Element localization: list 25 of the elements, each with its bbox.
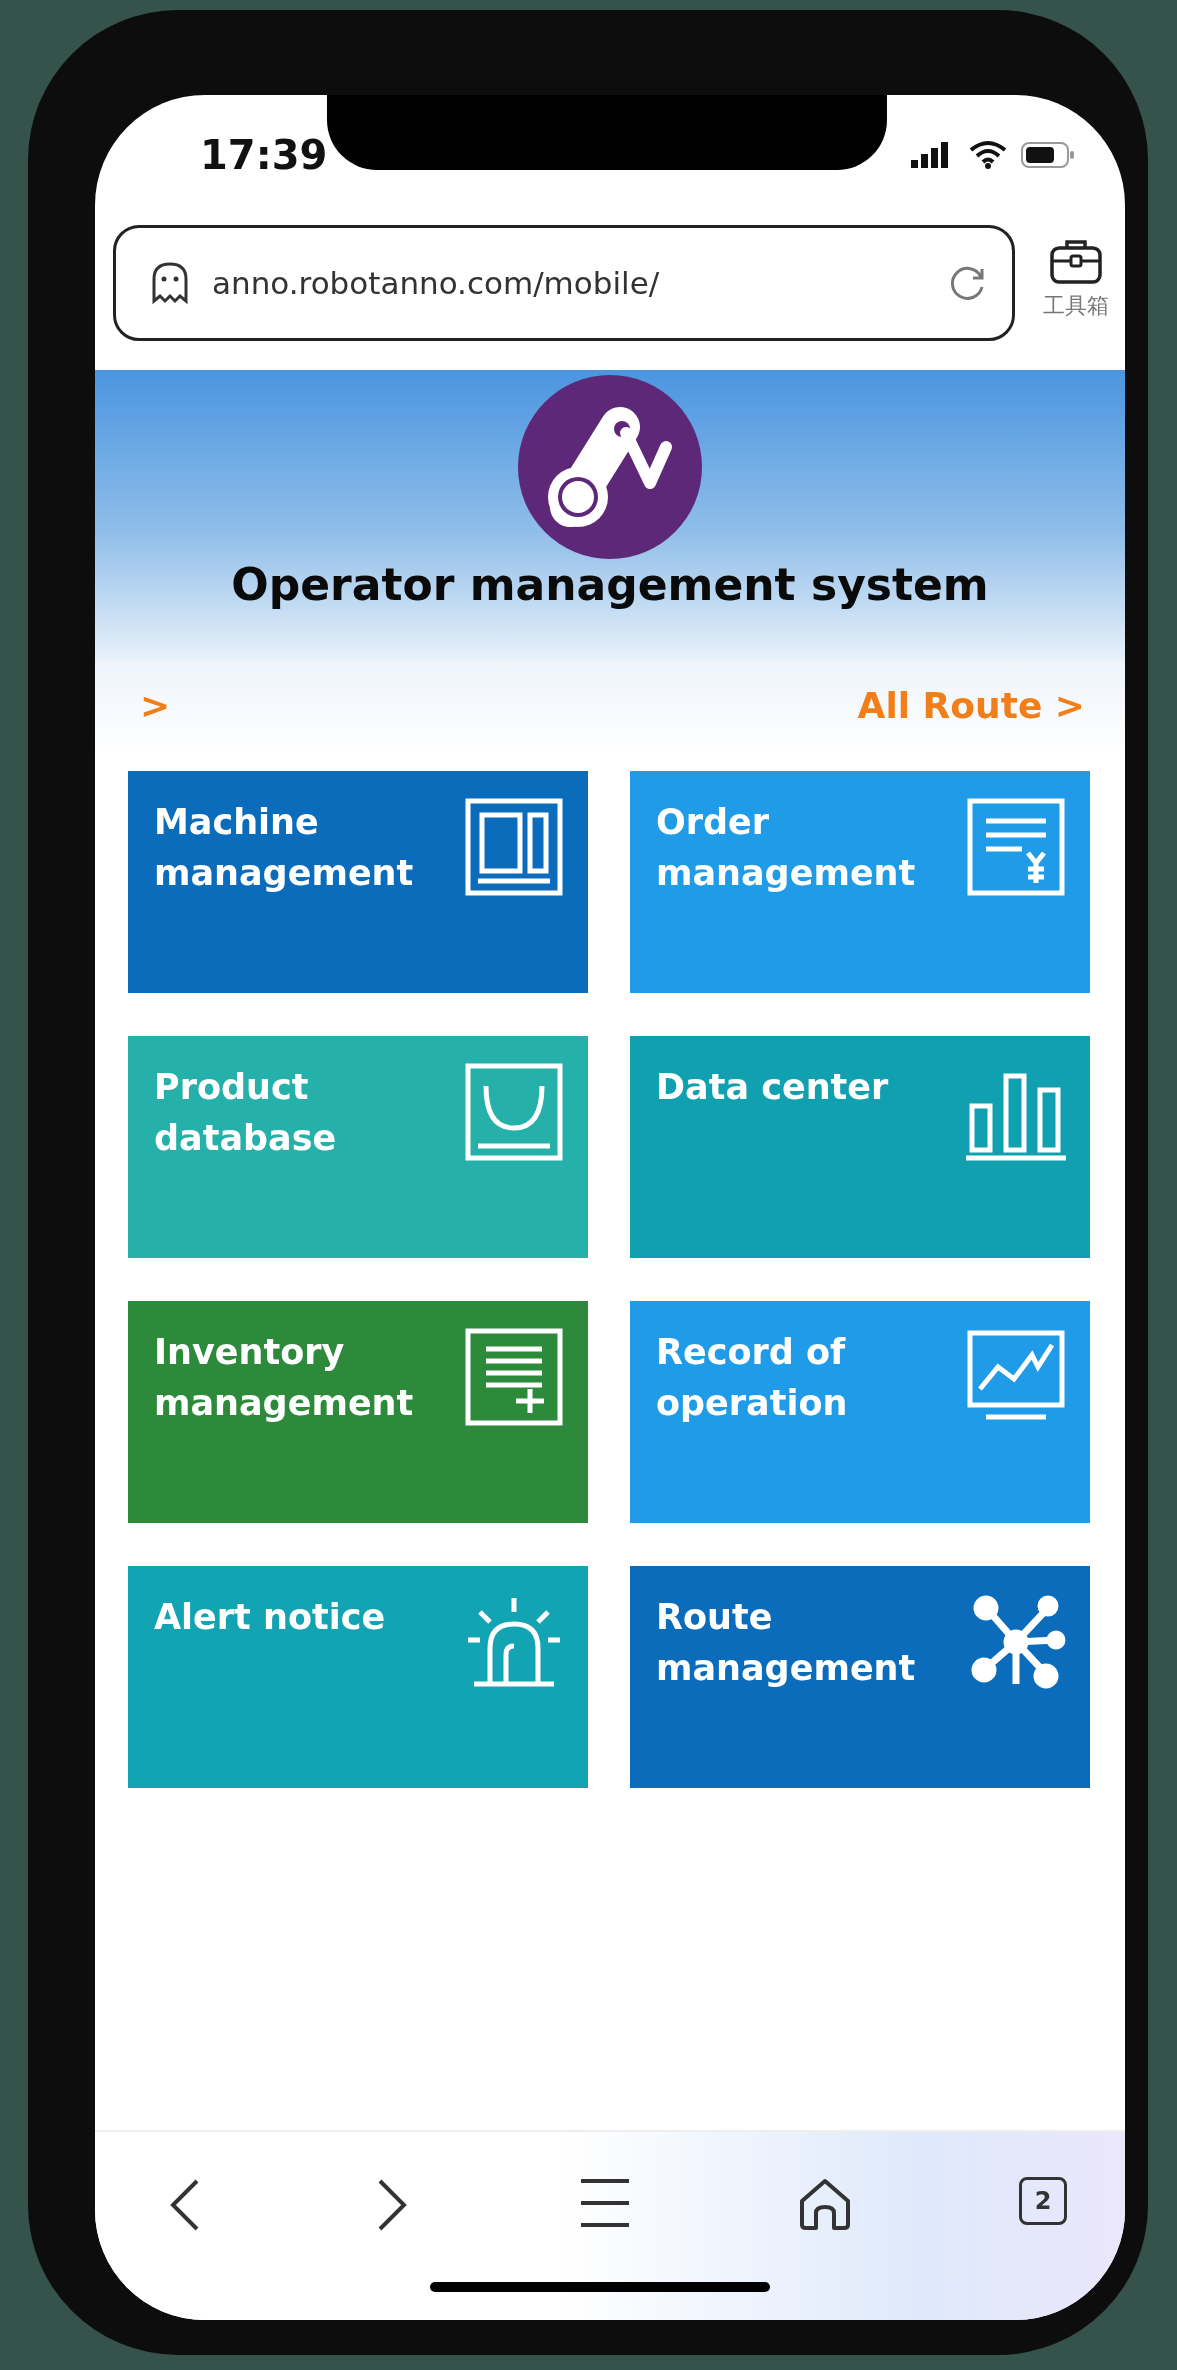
all-route-link[interactable]: All Route > [857, 685, 1085, 755]
expand-link[interactable]: > [140, 685, 171, 755]
menu-tile[interactable]: Route management [630, 1566, 1090, 1788]
menu-tile[interactable]: Order management [630, 771, 1090, 993]
address-bar[interactable]: anno.robotanno.com/mobile/ [113, 225, 1015, 341]
status-time: 17:39 [200, 132, 328, 178]
panel-icon [464, 797, 564, 897]
menu-tile[interactable]: Inventory management [128, 1301, 588, 1523]
menu-tile[interactable]: Alert notice [128, 1566, 588, 1788]
menu-icon[interactable] [579, 2177, 631, 2229]
toolbox-label: 工具箱 [1043, 292, 1109, 320]
invoice-icon [966, 797, 1066, 897]
bag-icon [464, 1062, 564, 1162]
menu-tile[interactable]: Data center [630, 1036, 1090, 1258]
app-title: Operator management system [231, 559, 989, 610]
home-icon[interactable] [798, 2177, 852, 2231]
briefcase-icon[interactable] [1049, 237, 1103, 285]
tab-count-button[interactable]: 2 [1019, 2177, 1067, 2225]
battery-icon [1021, 141, 1075, 169]
wifi-icon [969, 140, 1007, 170]
menu-tile[interactable]: Record of operation [630, 1301, 1090, 1523]
menu-tile[interactable]: Product database [128, 1036, 588, 1258]
menu-tile[interactable]: Machine management [128, 771, 588, 993]
list-add-icon [464, 1327, 564, 1427]
ghost-icon [150, 261, 190, 305]
